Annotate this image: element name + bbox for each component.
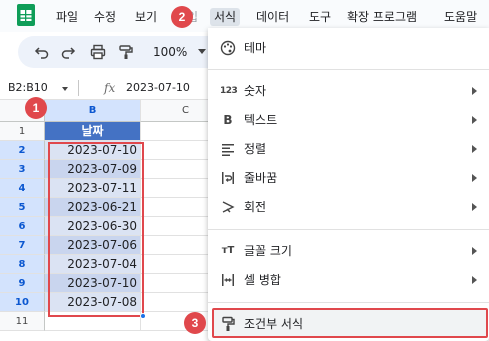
menu-item-label: 텍스트 [244,113,278,127]
rotate-icon [222,201,235,213]
row-header[interactable]: 4 [0,179,45,198]
row-header[interactable]: 7 [0,236,45,255]
fill-handle[interactable] [140,313,146,319]
menu-tools[interactable]: 도구 [309,8,331,26]
menu-item-label: 테마 [244,41,267,55]
submenu-arrow-icon [472,116,477,124]
menu-edit[interactable]: 수정 [94,8,116,26]
merge-cells-icon [222,274,234,286]
menu-divider [208,302,489,303]
row-header[interactable]: 8 [0,255,45,274]
row-header[interactable]: 1 [0,122,45,141]
menu-divider [208,229,489,230]
submenu-arrow-icon [472,203,477,211]
name-box[interactable]: B2:B10 [8,80,48,96]
palette-icon [220,40,236,56]
menu-item-conditional-format[interactable]: 조건부 서식 [208,310,489,338]
menu-item-wrap[interactable]: 줄바꿈 [208,164,489,192]
menu-item-theme[interactable]: 테마 [208,34,489,62]
font-size-icon: тT [221,245,235,256]
row-header[interactable]: 5 [0,198,45,217]
date-cell[interactable]: 2023-07-11 [45,179,141,198]
date-cell[interactable]: 2023-07-10 [45,141,141,160]
menu-item-label: 글꼴 크기 [244,244,292,258]
zoom-select[interactable]: 100% [153,43,187,61]
menu-view[interactable]: 보기 [135,8,157,26]
menu-item-label: 정렬 [244,142,267,156]
formula-input[interactable]: 2023-07-10 [126,80,190,96]
menu-item-align[interactable]: 정렬 [208,135,489,163]
date-cell[interactable]: 2023-07-09 [45,160,141,179]
submenu-arrow-icon [472,87,477,95]
menu-help[interactable]: 도움말 [444,8,477,26]
menu-item-label: 줄바꿈 [244,171,278,185]
number-format-icon: 123 [220,86,238,96]
zoom-caret-icon[interactable] [198,49,206,54]
menu-item-rotate[interactable]: 회전 [208,193,489,221]
menu-item-font-size[interactable]: тT 글꼴 크기 [208,237,489,265]
submenu-arrow-icon [472,145,477,153]
submenu-arrow-icon [472,276,477,284]
row-header[interactable]: 2 [0,141,45,160]
step-badge-3: 3 [184,312,206,334]
row-header[interactable]: 10 [0,293,45,312]
column-header-b[interactable]: B [45,100,141,122]
menu-divider [208,69,489,70]
menu-extensions[interactable]: 확장 프로그램 [347,8,417,26]
paint-roller-icon [222,316,235,331]
submenu-arrow-icon [472,174,477,182]
row-header[interactable]: 3 [0,160,45,179]
name-box-caret-icon[interactable] [62,87,68,91]
date-cell[interactable]: 2023-07-10 [45,274,141,293]
menu-data[interactable]: 데이터 [256,8,289,26]
menu-item-label: 숫자 [244,84,267,98]
step-badge-1: 1 [25,97,47,119]
wrap-icon [222,172,234,184]
step-badge-2: 2 [171,6,193,28]
bold-icon: B [223,113,233,127]
print-icon[interactable] [90,44,106,60]
redo-icon[interactable] [60,44,76,60]
menu-item-label: 회전 [244,200,267,214]
fx-icon: fx [104,81,116,95]
format-menu: 테마 123 숫자 B 텍스트 정렬 줄바꿈 회전 тT 글꼴 크기 셀 병합 … [208,28,489,341]
date-cell[interactable]: 2023-06-30 [45,217,141,236]
menu-item-text[interactable]: B 텍스트 [208,106,489,134]
menu-file[interactable]: 파일 [56,8,78,26]
menu-item-label: 조건부 서식 [244,317,304,331]
date-cell[interactable]: 2023-07-04 [45,255,141,274]
formula-bar-divider [78,80,79,96]
cell-b[interactable] [45,312,141,331]
menu-item-merge[interactable]: 셀 병합 [208,266,489,294]
date-cell[interactable]: 2023-07-06 [45,236,141,255]
undo-icon[interactable] [34,44,50,60]
cell-b1-header[interactable]: 날짜 [45,122,141,141]
row-header[interactable]: 11 [0,312,45,331]
menu-item-label: 셀 병합 [244,273,281,287]
paint-format-icon[interactable] [118,44,134,60]
date-cell[interactable]: 2023-06-21 [45,198,141,217]
submenu-arrow-icon [472,247,477,255]
menu-format[interactable]: 서식 [210,8,241,26]
align-icon [222,144,234,156]
menu-item-number[interactable]: 123 숫자 [208,77,489,105]
row-header[interactable]: 9 [0,274,45,293]
row-header[interactable]: 6 [0,217,45,236]
sheets-logo-icon[interactable] [14,3,38,27]
date-cell[interactable]: 2023-07-08 [45,293,141,312]
